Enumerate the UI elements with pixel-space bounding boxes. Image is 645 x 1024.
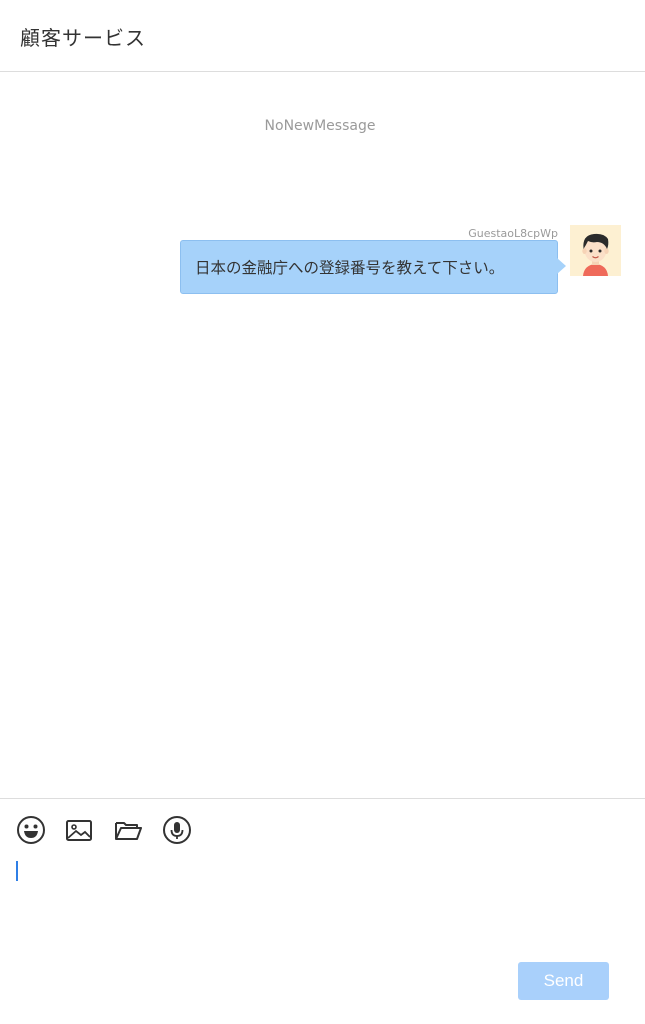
emoji-icon[interactable] — [16, 815, 46, 845]
message-bubble-tail — [557, 258, 566, 274]
message-text: 日本の金融庁への登録番号を教えて下さい。 — [195, 259, 505, 277]
message-bubble: 日本の金融庁への登録番号を教えて下さい。 — [180, 240, 558, 294]
folder-icon[interactable] — [113, 815, 143, 845]
microphone-icon[interactable] — [162, 815, 192, 845]
send-button[interactable]: Send — [518, 962, 609, 1000]
composer: Send — [0, 798, 645, 1024]
message-list[interactable]: NoNewMessage GuestaoL8cpWp 日本の金融庁への登録番号を… — [0, 73, 645, 798]
message-input[interactable] — [15, 857, 634, 951]
header: 顧客サービス — [0, 0, 645, 72]
user-avatar-icon — [570, 225, 621, 276]
text-cursor — [16, 861, 18, 881]
no-new-message-notice: NoNewMessage — [264, 118, 376, 134]
chat-window: 顧客サービス NoNewMessage GuestaoL8cpWp 日本の金融庁… — [0, 0, 645, 1024]
page-title: 顧客サービス — [20, 26, 146, 50]
message-sender-name: GuestaoL8cpWp — [468, 227, 558, 240]
image-icon[interactable] — [64, 815, 94, 845]
